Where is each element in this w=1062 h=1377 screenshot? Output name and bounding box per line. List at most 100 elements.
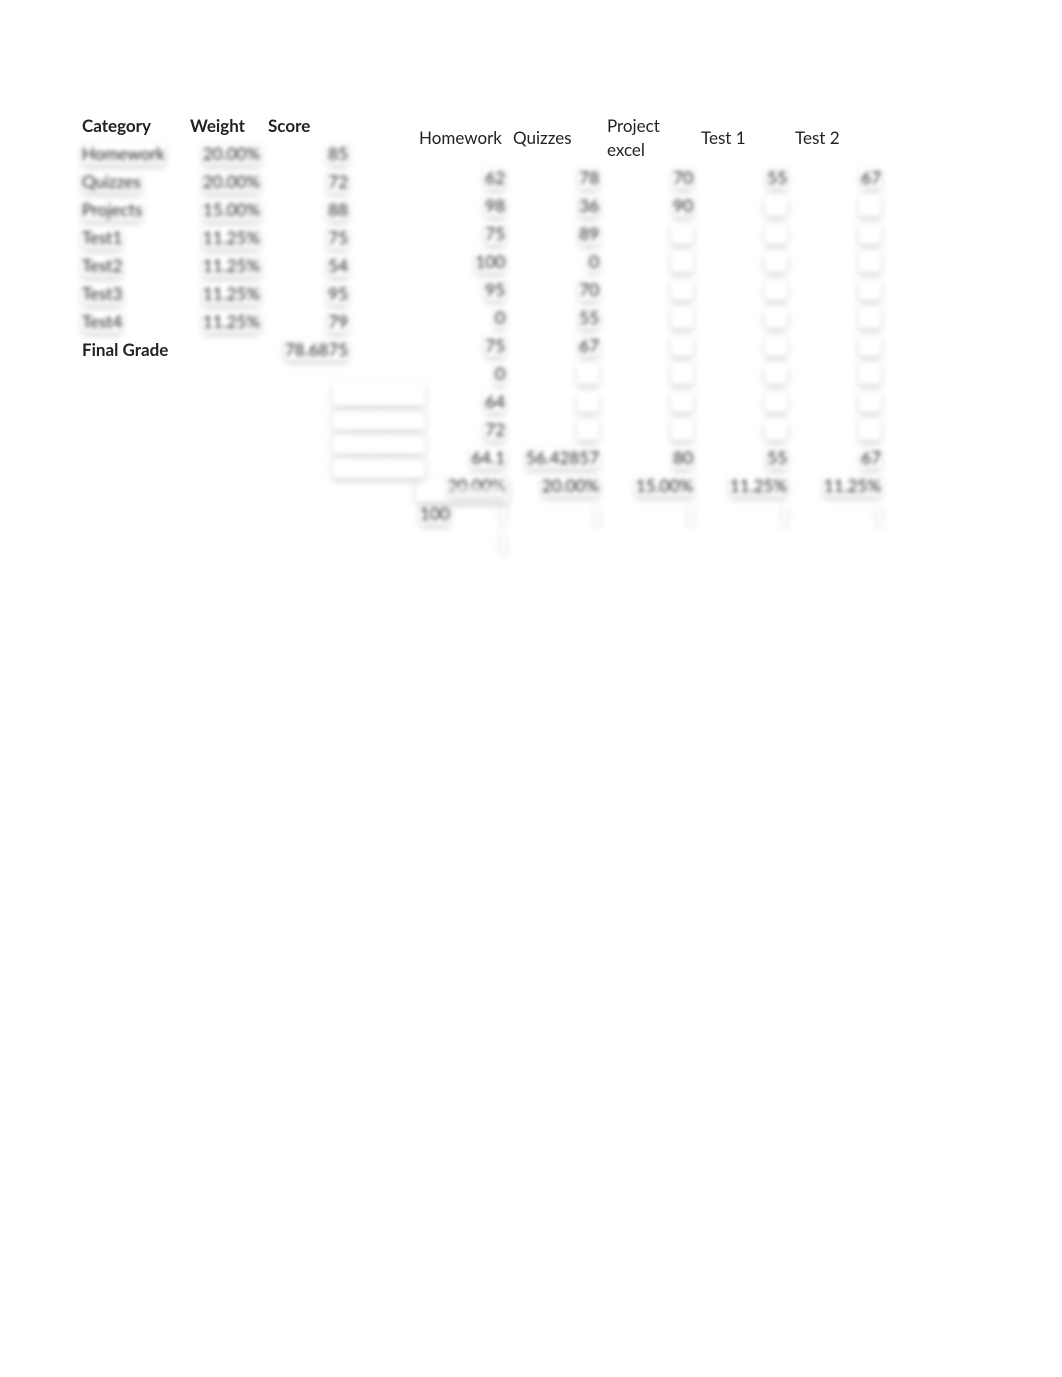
score-cell: 55 xyxy=(767,167,787,188)
final-grade-label-1: Final Grade xyxy=(333,430,425,454)
empty-cell xyxy=(671,391,693,412)
avg-cell: 67 xyxy=(861,447,881,468)
score-cell: 75 xyxy=(485,223,505,244)
homework-block-title: Homework xyxy=(416,478,509,502)
score-cell: 0 xyxy=(495,307,505,328)
avg-cell: 55 xyxy=(767,447,787,468)
col-test-1: Test 1 xyxy=(697,112,791,164)
category-cell: Test3 xyxy=(82,283,122,304)
empty-cell xyxy=(765,363,787,384)
scores-header-row: Homework Quizzes Project excel Test 1 Te… xyxy=(415,112,885,164)
empty-cell xyxy=(783,503,787,524)
empty-cell xyxy=(671,223,693,244)
col-category: Category xyxy=(78,112,186,140)
col-project-excel: Project excel xyxy=(603,112,697,164)
table-row: 75 89 xyxy=(415,220,885,248)
empty-cell xyxy=(859,363,881,384)
empty-cell xyxy=(859,251,881,272)
weight-cell: 15.00% xyxy=(203,199,260,220)
score-cell: 0 xyxy=(495,363,505,384)
score-cell: 55 xyxy=(579,307,599,328)
table-row: Homework 20.00% 85 xyxy=(78,140,352,168)
empty-cell xyxy=(577,391,599,412)
empty-cell xyxy=(765,195,787,216)
col-homework: Homework xyxy=(415,112,509,164)
avg-cell: 80 xyxy=(673,447,693,468)
empty-cell xyxy=(671,279,693,300)
score-cell: 0 xyxy=(589,251,599,272)
average-row: 64.1 56.42857 80 55 67 xyxy=(415,444,885,472)
weight-cell: 11.25% xyxy=(824,475,881,496)
empty-cell xyxy=(859,307,881,328)
table-row: 72 xyxy=(415,416,885,444)
empty-cell xyxy=(671,419,693,440)
score-cell: 90 xyxy=(673,195,693,216)
final-grade-label: Final Grade xyxy=(78,336,186,364)
empty-cell xyxy=(859,195,881,216)
table-row: 64 xyxy=(415,388,885,416)
category-cell: Projects xyxy=(82,199,142,220)
weight-cell: 15.00% xyxy=(636,475,693,496)
table-row: Quizzes 20.00% 72 xyxy=(78,168,352,196)
weight-label: Weight xyxy=(333,406,425,430)
empty-cell xyxy=(671,251,693,272)
summary-labels: Average Weight Final Grade Final Grade xyxy=(333,382,425,478)
weight-cell: 20.00% xyxy=(203,171,260,192)
weight-cell: 11.25% xyxy=(203,255,260,276)
score-cell: 75 xyxy=(485,335,505,356)
empty-cell xyxy=(877,503,881,524)
final-grade-row-2 xyxy=(415,528,885,556)
score-cell: 75 xyxy=(328,227,348,248)
score-cell: 72 xyxy=(485,419,505,440)
score-cell: 95 xyxy=(328,283,348,304)
score-cell: 89 xyxy=(579,223,599,244)
score-cell: 70 xyxy=(579,279,599,300)
empty-cell xyxy=(765,223,787,244)
col-weight: Weight xyxy=(186,112,264,140)
score-cell: 62 xyxy=(485,167,505,188)
empty-cell xyxy=(689,503,693,524)
table-row: Test3 11.25% 95 xyxy=(78,280,352,308)
weight-cell: 11.25% xyxy=(203,311,260,332)
weight-cell: 11.25% xyxy=(203,227,260,248)
score-cell: 64 xyxy=(485,391,505,412)
empty-cell xyxy=(859,419,881,440)
empty-cell xyxy=(765,419,787,440)
score-cell: 54 xyxy=(328,255,348,276)
final-grade-value: 78.6875 xyxy=(285,339,348,360)
category-cell: Test1 xyxy=(82,227,122,248)
avg-cell: 56.42857 xyxy=(526,447,599,468)
empty-cell xyxy=(765,279,787,300)
average-label: Average xyxy=(333,382,425,406)
table-row: 983690 xyxy=(415,192,885,220)
score-cell: 67 xyxy=(579,335,599,356)
summary-header-row: Category Weight Score xyxy=(78,112,352,140)
score-cell: 85 xyxy=(328,143,348,164)
score-cell: 70 xyxy=(673,167,693,188)
table-row: 75 67 xyxy=(415,332,885,360)
table-row: 95 70 xyxy=(415,276,885,304)
score-cell: 88 xyxy=(328,199,348,220)
score-cell: 98 xyxy=(485,195,505,216)
empty-cell xyxy=(671,307,693,328)
table-row: Test4 11.25% 79 xyxy=(78,308,352,336)
final-grade-label-2: Final Grade xyxy=(333,454,425,478)
table-row: 0 55 xyxy=(415,304,885,332)
table-row: 1000 xyxy=(415,248,885,276)
category-cell: Test2 xyxy=(82,255,122,276)
empty-cell xyxy=(765,251,787,272)
empty-cell xyxy=(671,335,693,356)
col-test-2: Test 2 xyxy=(791,112,885,164)
score-cell: 78 xyxy=(579,167,599,188)
category-cell: Quizzes xyxy=(82,171,141,192)
table-row: 0 xyxy=(415,360,885,388)
table-row: 6278705567 xyxy=(415,164,885,192)
category-cell: Homework xyxy=(82,143,165,164)
weight-cell: 20.00% xyxy=(542,475,599,496)
col-score: Score xyxy=(264,112,352,140)
category-cell: Test4 xyxy=(82,311,122,332)
score-cell: 95 xyxy=(485,279,505,300)
summary-table: Category Weight Score Homework 20.00% 85… xyxy=(78,112,352,364)
empty-cell xyxy=(765,335,787,356)
weight-cell: 20.00% xyxy=(203,143,260,164)
